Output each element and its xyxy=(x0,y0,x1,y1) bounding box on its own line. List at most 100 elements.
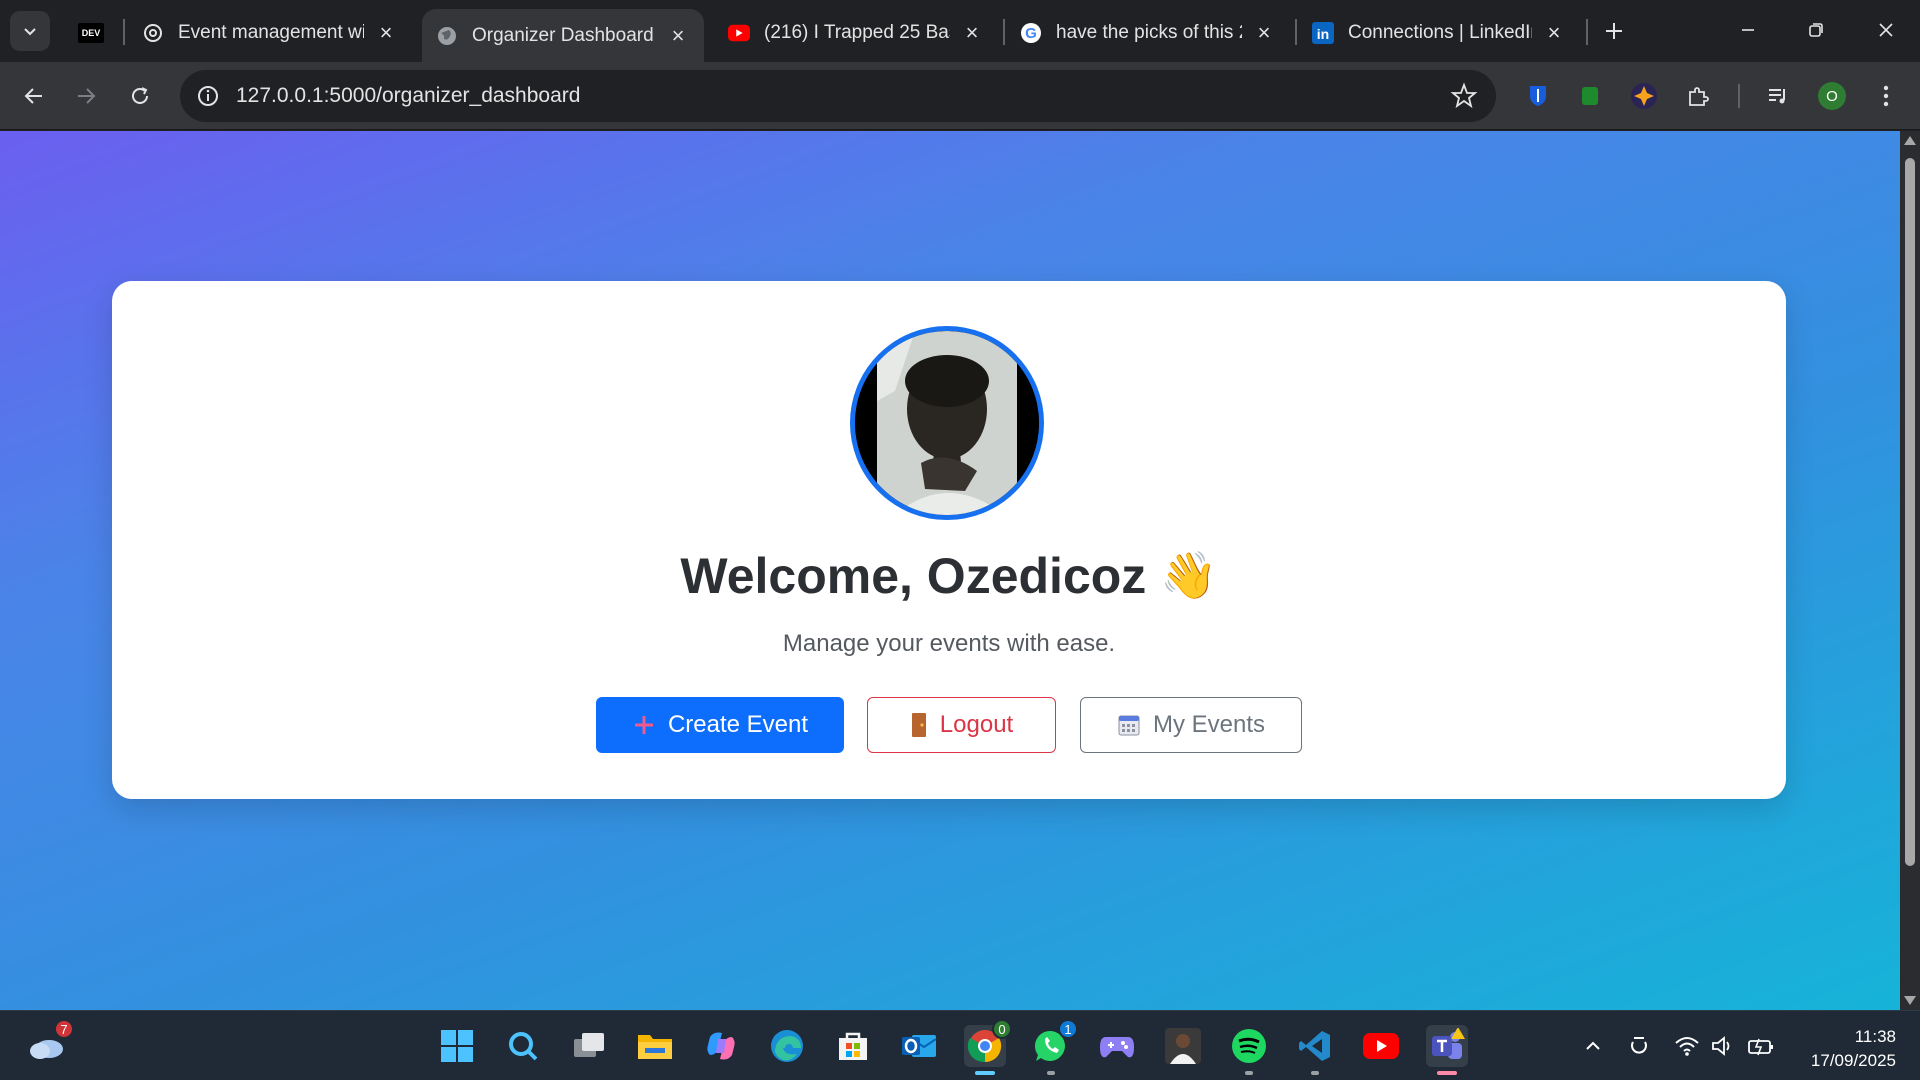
close-icon[interactable]: × xyxy=(1542,20,1566,45)
welcome-heading: Welcome, Ozedicoz 👋 xyxy=(112,547,1786,605)
microsoft-store-button[interactable] xyxy=(832,1025,874,1067)
volume-icon[interactable] xyxy=(1708,1031,1738,1061)
tab-search-button[interactable] xyxy=(10,11,50,51)
tab-separator xyxy=(1586,19,1588,45)
battery-icon[interactable] xyxy=(1746,1031,1776,1061)
back-button[interactable] xyxy=(14,76,54,116)
bookmark-star-icon[interactable] xyxy=(1450,82,1478,110)
site-info-icon[interactable] xyxy=(194,82,222,110)
dashboard-card: Welcome, Ozedicoz 👋 Manage your events wi… xyxy=(112,281,1786,799)
tab-title: Connections | LinkedIn xyxy=(1348,22,1532,43)
chrome-button[interactable]: 0 xyxy=(964,1019,1012,1075)
svg-text:G: G xyxy=(1025,25,1037,42)
toolbar-separator xyxy=(1738,84,1740,108)
folder-icon xyxy=(638,1035,672,1059)
new-tab-button[interactable] xyxy=(1596,13,1632,49)
whatsapp-badge: 1 xyxy=(1058,1019,1078,1039)
browser-toolbar: 127.0.0.1:5000/organizer_dashboard O xyxy=(0,62,1920,130)
address-bar[interactable]: 127.0.0.1:5000/organizer_dashboard xyxy=(180,70,1496,122)
sparkle-extension-icon[interactable] xyxy=(1626,78,1662,114)
browser-menu-button[interactable] xyxy=(1868,78,1904,114)
scroll-down-arrow[interactable] xyxy=(1904,996,1916,1005)
tab-youtube[interactable]: (216) I Trapped 25 Bask × xyxy=(714,9,998,57)
tab-organizer-dashboard[interactable]: Organizer Dashboard × xyxy=(422,9,704,62)
copilot-button[interactable] xyxy=(700,1025,742,1067)
profile-avatar-image xyxy=(850,326,1044,520)
dev-icon: DEV xyxy=(78,23,104,43)
tab-event-management[interactable]: Event management wit × xyxy=(128,9,412,57)
restore-icon xyxy=(1809,23,1823,37)
minimize-icon xyxy=(1742,29,1754,31)
youtube-icon xyxy=(1363,1033,1399,1059)
app-running-indicator xyxy=(1311,1071,1319,1075)
forward-button[interactable] xyxy=(66,76,106,116)
close-window-button[interactable] xyxy=(1856,8,1916,52)
onedrive-sync-icon[interactable] xyxy=(1624,1031,1654,1061)
whatsapp-button[interactable]: 1 xyxy=(1030,1019,1078,1075)
start-button[interactable] xyxy=(436,1025,478,1067)
profile-avatar[interactable]: O xyxy=(1814,78,1850,114)
search-icon xyxy=(509,1032,538,1061)
google-icon: G xyxy=(1020,22,1042,44)
task-view-button[interactable] xyxy=(568,1025,610,1067)
tab-linkedin[interactable]: in Connections | LinkedIn × xyxy=(1298,9,1580,57)
spotify-button[interactable] xyxy=(1228,1025,1270,1075)
close-icon[interactable]: × xyxy=(374,20,398,45)
green-extension-icon[interactable] xyxy=(1572,78,1608,114)
restore-button[interactable] xyxy=(1786,8,1846,52)
plus-icon xyxy=(1606,23,1622,39)
outlook-icon xyxy=(902,1035,937,1057)
page-background: Welcome, Ozedicoz 👋 Manage your events wi… xyxy=(0,131,1900,1010)
search-button[interactable] xyxy=(502,1025,544,1067)
tab-title: have the picks of this 2( xyxy=(1056,22,1242,43)
teams-icon xyxy=(1432,1028,1465,1059)
reload-button[interactable] xyxy=(120,76,160,116)
reload-icon xyxy=(132,87,148,104)
youtube-app-button[interactable] xyxy=(1360,1025,1402,1067)
scroll-up-arrow[interactable] xyxy=(1904,136,1916,145)
copilot-icon xyxy=(707,1032,735,1060)
teams-button[interactable] xyxy=(1426,1025,1468,1075)
spotify-icon xyxy=(1232,1029,1266,1063)
page-scrollbar[interactable] xyxy=(1900,131,1920,1010)
close-icon[interactable]: × xyxy=(666,23,690,48)
tab-title: Event management wit xyxy=(178,22,364,43)
my-events-button[interactable]: My Events xyxy=(1080,697,1302,753)
close-icon[interactable]: × xyxy=(1252,20,1276,45)
edge-button[interactable] xyxy=(766,1025,808,1067)
bitwarden-extension-icon[interactable] xyxy=(1520,78,1556,114)
door-icon xyxy=(910,712,928,738)
outlook-button[interactable] xyxy=(898,1025,940,1067)
extensions-puzzle-icon[interactable] xyxy=(1680,78,1716,114)
store-icon xyxy=(839,1032,867,1060)
profile-initial: O xyxy=(1818,82,1846,110)
weather-widget[interactable]: 7 xyxy=(26,1019,74,1067)
clock-date: 17/09/2025 xyxy=(1810,1051,1896,1070)
vscode-button[interactable] xyxy=(1294,1025,1336,1075)
youtube-icon xyxy=(728,22,750,44)
task-view-icon xyxy=(574,1033,604,1057)
create-event-button[interactable]: Create Event xyxy=(596,697,844,753)
chevron-up-icon xyxy=(1586,1041,1600,1050)
show-hidden-icons-button[interactable] xyxy=(1578,1031,1608,1061)
minimize-button[interactable] xyxy=(1718,8,1778,52)
plus-icon xyxy=(632,713,656,737)
welcome-text: Welcome, Ozedicoz xyxy=(680,548,1147,604)
scrollbar-thumb[interactable] xyxy=(1905,158,1915,866)
tab-separator xyxy=(1295,19,1297,45)
tab-title: Organizer Dashboard xyxy=(472,24,654,46)
svg-text:in: in xyxy=(1317,26,1329,42)
tab-google[interactable]: G have the picks of this 2( × xyxy=(1006,9,1290,57)
windows-taskbar: 7 0 1 11:38 17/09/2025 xyxy=(0,1010,1920,1080)
app-avatar-button[interactable] xyxy=(1162,1025,1204,1067)
game-bar-button[interactable] xyxy=(1096,1025,1138,1067)
system-clock[interactable]: 11:38 17/09/2025 xyxy=(1811,1025,1896,1073)
tab-title: (216) I Trapped 25 Bask xyxy=(764,22,950,43)
media-control-icon[interactable] xyxy=(1760,78,1796,114)
file-explorer-button[interactable] xyxy=(634,1025,676,1067)
logout-button[interactable]: Logout xyxy=(867,697,1056,753)
close-icon[interactable]: × xyxy=(960,20,984,45)
active-app-indicator xyxy=(1437,1071,1457,1075)
wifi-icon[interactable] xyxy=(1672,1031,1702,1061)
tab-dev[interactable]: DEV xyxy=(70,9,110,57)
